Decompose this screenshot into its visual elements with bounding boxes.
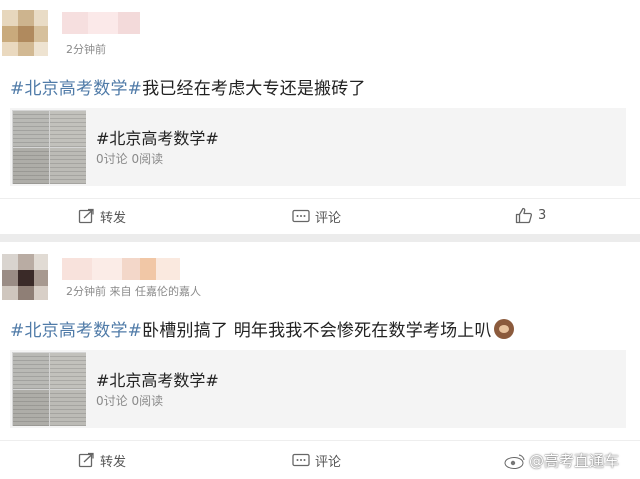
comment-button[interactable]: 评论 [292, 207, 341, 226]
topic-card[interactable]: #北京高考数学# 0讨论 0阅读 [10, 108, 626, 186]
comment-label: 评论 [315, 455, 342, 470]
topic-thumbnail [12, 352, 86, 426]
like-button[interactable]: 3 [515, 207, 546, 224]
repost-button[interactable]: 转发 [78, 451, 126, 470]
comment-label: 评论 [315, 211, 342, 226]
monkey-emoji-icon [493, 319, 514, 339]
watermark-text: @高考直通车 [529, 452, 620, 470]
repost-label: 转发 [100, 211, 127, 226]
post-body: 我已经在考虑大专还是搬砖了 [142, 79, 366, 99]
avatar[interactable] [2, 254, 48, 300]
repost-button[interactable]: 转发 [78, 207, 126, 226]
divider [0, 440, 640, 441]
post-text: #北京高考数学#卧槽别搞了 明年我我不会惨死在数学考场上叭 [10, 316, 514, 341]
comment-icon [292, 453, 310, 466]
weibo-post: 2分钟前 来自 任嘉伦的嘉人 #北京高考数学#卧槽别搞了 明年我我不会惨死在数学… [0, 242, 640, 479]
weibo-logo-icon [504, 453, 526, 469]
repost-icon [78, 452, 94, 468]
topic-stats: 0讨论 0阅读 [96, 152, 164, 166]
thumbs-up-icon [515, 207, 533, 224]
hashtag-link[interactable]: #北京高考数学# [10, 321, 142, 341]
hashtag-link[interactable]: #北京高考数学# [10, 79, 142, 99]
topic-title: #北京高考数学# [96, 129, 219, 148]
like-count: 3 [538, 208, 547, 223]
repost-label: 转发 [100, 455, 127, 470]
topic-thumbnail [12, 110, 86, 184]
post-body: 卧槽别搞了 明年我我不会惨死在数学考场上叭 [142, 321, 492, 341]
topic-card[interactable]: #北京高考数学# 0讨论 0阅读 [10, 350, 626, 428]
divider [0, 198, 640, 199]
post-timestamp: 2分钟前 [66, 43, 106, 56]
username-blurred[interactable] [62, 258, 182, 282]
post-timestamp-source: 2分钟前 来自 任嘉伦的嘉人 [66, 285, 201, 298]
repost-icon [78, 208, 94, 224]
topic-title: #北京高考数学# [96, 371, 219, 390]
avatar[interactable] [2, 10, 48, 56]
weibo-watermark: @高考直通车 [504, 450, 619, 471]
post-text: #北京高考数学#我已经在考虑大专还是搬砖了 [10, 74, 366, 99]
topic-stats: 0讨论 0阅读 [96, 394, 164, 408]
comment-icon [292, 209, 310, 222]
comment-button[interactable]: 评论 [292, 451, 341, 470]
username-blurred[interactable] [62, 12, 142, 36]
weibo-post: 2分钟前 #北京高考数学#我已经在考虑大专还是搬砖了 #北京高考数学# 0讨论 … [0, 0, 640, 234]
